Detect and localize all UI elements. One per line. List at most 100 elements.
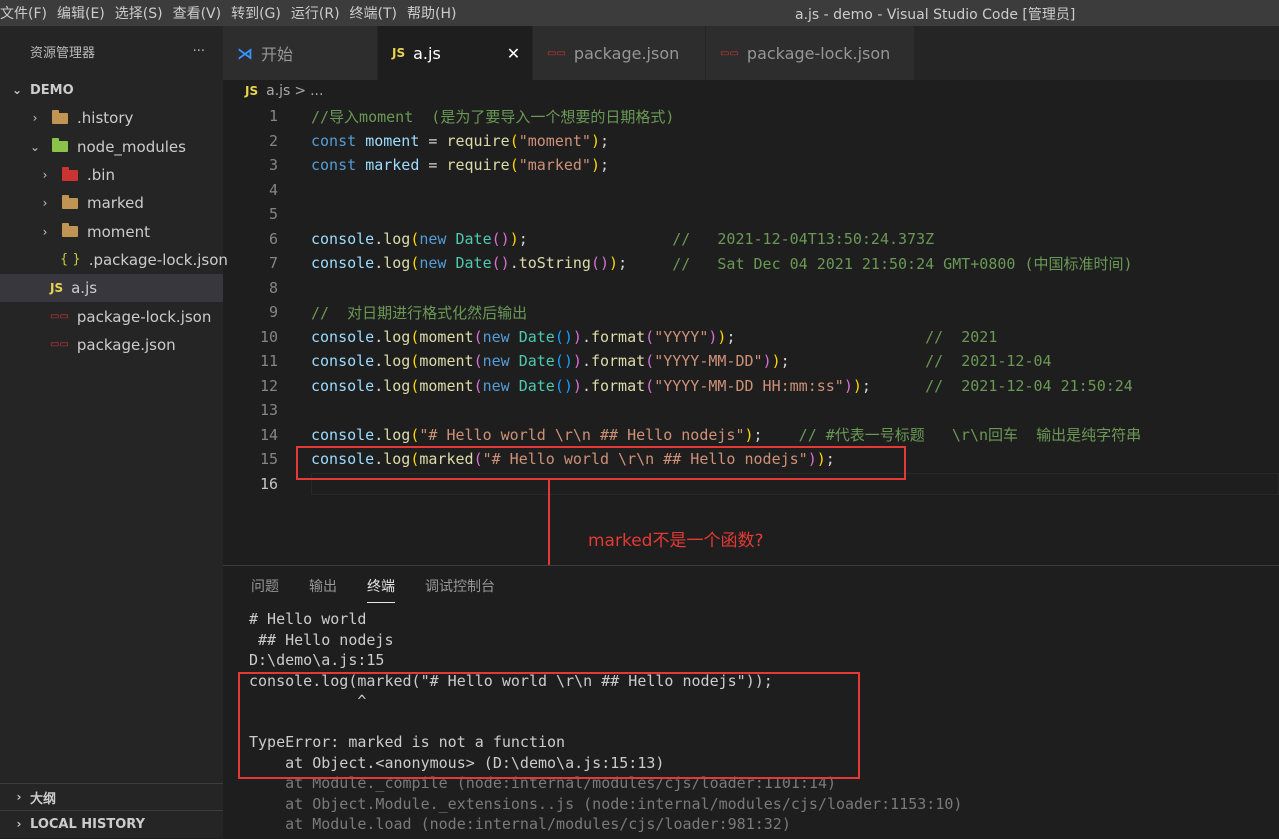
code-line: 8: [223, 276, 1279, 301]
tree-item-bin[interactable]: › .bin: [0, 161, 223, 189]
line-number: 6: [268, 229, 278, 248]
outline-section[interactable]: › 大纲: [0, 783, 223, 810]
code-variable: marked: [365, 156, 420, 175]
tab-package-json[interactable]: ▭▭ package.json: [533, 26, 706, 80]
local-history-section[interactable]: › LOCAL HISTORY: [0, 810, 223, 837]
tree-item-package-json[interactable]: ▭▭ package.json: [0, 331, 223, 359]
line-number: 10: [259, 327, 278, 346]
editor-tab-bar: ⋊ 开始 JS a.js ✕ ▭▭ package.json ▭▭ packag…: [223, 26, 1279, 80]
code-function: require: [446, 131, 510, 150]
line-number: 7: [268, 254, 278, 273]
more-actions-icon[interactable]: ···: [193, 44, 205, 59]
chevron-right-icon: ›: [16, 790, 22, 804]
folder-icon: [52, 109, 68, 124]
terminal-line: at Module.load (node:internal/modules/cj…: [249, 815, 791, 833]
tab-package-lock-json[interactable]: ▭▭ package-lock.json: [706, 26, 915, 80]
tab-debug-console[interactable]: 调试控制台: [425, 576, 495, 603]
annotation-text: marked不是一个函数?: [588, 531, 764, 551]
npm-file-icon: ▭▭: [50, 339, 69, 351]
tree-item-label: moment: [87, 222, 151, 241]
tree-item-history[interactable]: › .history: [0, 104, 223, 132]
code-line: 4: [223, 178, 1279, 203]
menu-go[interactable]: 转到(G): [231, 3, 291, 23]
panel-tabs: 问题 输出 终端 调试控制台: [251, 576, 525, 603]
tree-item-a-js[interactable]: JS a.js: [0, 274, 223, 303]
workspace-root-label: DEMO: [30, 82, 74, 98]
tab-label: a.js: [413, 43, 441, 63]
menu-run[interactable]: 运行(R): [291, 3, 350, 23]
tab-a-js[interactable]: JS a.js ✕: [378, 26, 533, 80]
code-line: 1 //导入moment (是为了要导入一个想要的日期格式): [223, 104, 1279, 129]
code-line: 11 console. log(moment(new Date()). format(…: [223, 349, 1279, 374]
code-comment: // 2021: [925, 327, 998, 346]
explorer-title: 资源管理器: [30, 45, 96, 61]
code-comment: // 2021-12-04: [925, 352, 1052, 371]
javascript-file-icon: JS: [245, 84, 259, 98]
folder-icon: [62, 194, 78, 209]
npm-file-icon: ▭▭: [547, 47, 566, 59]
chevron-right-icon: ›: [42, 168, 48, 183]
breadcrumb: JS a.js > ...: [245, 80, 323, 102]
tab-terminal[interactable]: 终端: [367, 576, 395, 603]
json-file-icon: { }: [60, 252, 81, 268]
code-comment: // 对日期进行格式化然后输出: [311, 303, 528, 322]
tree-item-label: .package-lock.json: [88, 250, 228, 269]
terminal-line: # Hello world: [249, 610, 367, 628]
menu-view[interactable]: 查看(V): [173, 3, 232, 23]
tree-item-package-lock[interactable]: ▭▭ package-lock.json: [0, 302, 223, 330]
code-operator: =: [419, 131, 447, 150]
code-string: "YYYY-MM-DD": [654, 352, 763, 371]
close-icon[interactable]: ✕: [507, 44, 520, 63]
menu-selection[interactable]: 选择(S): [115, 3, 173, 23]
file-tree: ⌄ DEMO › .history ⌄ node_modules › .bin …: [0, 76, 228, 359]
local-history-label: LOCAL HISTORY: [30, 816, 145, 832]
tree-item-package-lock-hidden[interactable]: { } .package-lock.json: [0, 246, 228, 274]
line-number: 8: [268, 278, 278, 297]
code-keyword: const: [311, 156, 357, 175]
menu-terminal[interactable]: 终端(T): [350, 3, 407, 23]
code-line: 7 console. log(new Date(). toString()); // …: [223, 251, 1279, 276]
explorer-sidebar: 资源管理器 ··· ⌄ DEMO › .history ⌄ node_modul…: [0, 26, 228, 838]
code-string: "# Hello world \r\n ## Hello nodejs": [419, 425, 745, 444]
chevron-right-icon: ›: [32, 111, 38, 126]
tree-item-marked[interactable]: › marked: [0, 189, 223, 217]
line-number: 4: [268, 180, 278, 199]
workspace-root[interactable]: ⌄ DEMO: [0, 76, 223, 104]
tree-item-moment[interactable]: › moment: [0, 217, 223, 245]
tab-problems[interactable]: 问题: [251, 576, 279, 603]
window-title: a.js - demo - Visual Studio Code [管理员]: [795, 7, 1076, 23]
tree-item-label: node_modules: [77, 137, 186, 156]
code-line: 10 console. log(moment(new Date()). format(…: [223, 325, 1279, 350]
code-string: "YYYY-MM-DD HH:mm:ss": [654, 376, 844, 395]
line-number: 14: [259, 425, 278, 444]
breadcrumb-symbols[interactable]: ...: [310, 83, 323, 99]
terminal-line: ## Hello nodejs: [249, 630, 394, 649]
explorer-header: 资源管理器 ···: [0, 26, 223, 76]
line-number: 1: [268, 107, 278, 126]
code-line: 6 console. log(new Date()); // 2021-12-04T…: [223, 227, 1279, 252]
code-string: "marked": [518, 156, 591, 175]
menu-file[interactable]: 文件(F): [0, 3, 57, 23]
breadcrumb-file[interactable]: a.js: [266, 83, 290, 99]
highlight-box-code: [296, 446, 906, 480]
menu-edit[interactable]: 编辑(E): [57, 3, 115, 23]
chevron-right-icon: ›: [16, 817, 22, 831]
code-comment: // 2021-12-04T13:50:24.373Z: [672, 229, 935, 248]
code-editor[interactable]: 1 //导入moment (是为了要导入一个想要的日期格式) 2 const mom…: [223, 104, 1279, 496]
tab-label: 开始: [261, 45, 294, 64]
code-line: 5: [223, 202, 1279, 227]
highlight-box-error: [238, 672, 860, 779]
javascript-file-icon: JS: [392, 46, 406, 60]
menu-help[interactable]: 帮助(H): [407, 3, 466, 23]
code-string: "moment": [518, 131, 591, 150]
npm-file-icon: ▭▭: [50, 311, 69, 323]
tab-label: package-lock.json: [746, 43, 891, 63]
terminal-line: at Object.Module._extensions..js (node:i…: [249, 794, 963, 813]
tree-item-node-modules[interactable]: ⌄ node_modules: [0, 133, 223, 161]
folder-icon: [62, 223, 78, 238]
line-number: 11: [259, 352, 278, 371]
code-comment: // #代表一号标题 \r\n回车 输出是纯字符串: [798, 426, 1142, 445]
code-line: 2 const moment = require("moment");: [223, 129, 1279, 154]
tab-output[interactable]: 输出: [309, 576, 337, 603]
tab-welcome[interactable]: ⋊ 开始: [223, 26, 378, 80]
